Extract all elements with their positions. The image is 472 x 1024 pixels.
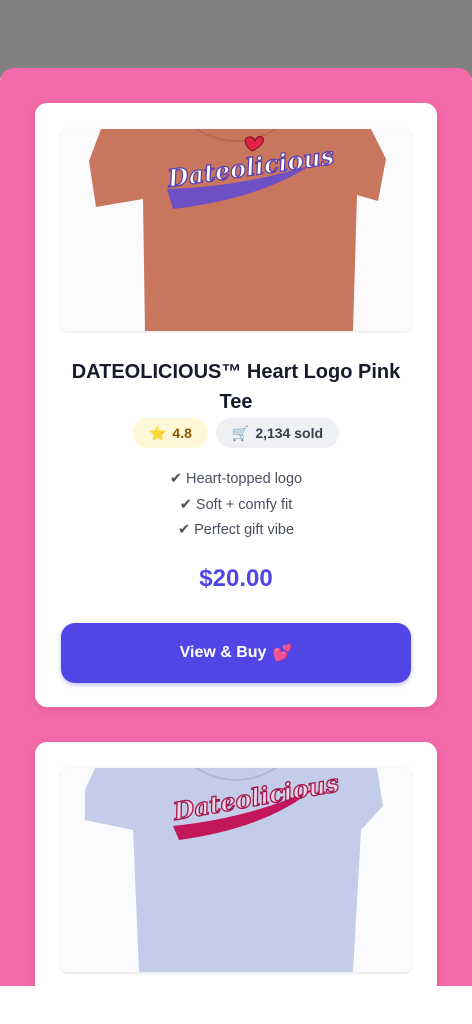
feature-item: ✔ Soft + comfy fit: [179, 496, 293, 513]
tshirt-image: Dateolicious: [85, 768, 383, 972]
product-image[interactable]: Dateolicious: [61, 768, 411, 972]
rating-badge: ⭐ 4.8: [132, 418, 208, 448]
feature-item: ✔ Heart-topped logo: [169, 471, 303, 487]
feature-item: ✔ Perfect gift vibe: [177, 522, 295, 538]
cart-icon: 🛒: [231, 424, 250, 441]
product-image[interactable]: Dateolicious: [61, 129, 411, 331]
star-icon: ⭐: [148, 424, 167, 441]
button-label: View & Buy: [179, 644, 267, 661]
product-card: Dateolicious: [35, 742, 437, 986]
sold-count: 2,134 sold: [255, 425, 324, 441]
product-title: DATEOLICIOUS™ Heart Logo Pink Tee: [71, 361, 401, 413]
sold-badge: 🛒 2,134 sold: [215, 418, 340, 448]
hearts-icon: 💕: [272, 645, 293, 662]
product-list-sheet[interactable]: Dateolicious DATEOLICIOUS™ Heart Logo Pi…: [0, 68, 472, 986]
bottom-strip: [0, 986, 472, 1024]
view-and-buy-button[interactable]: View & Buy 💕: [61, 623, 411, 683]
tshirt-image: Dateolicious: [89, 129, 386, 331]
product-card: Dateolicious DATEOLICIOUS™ Heart Logo Pi…: [35, 103, 437, 707]
product-price: $20.00: [199, 565, 273, 592]
feature-list: ✔ Heart-topped logo ✔ Soft + comfy fit ✔…: [35, 467, 437, 544]
top-system-bar: [0, 0, 472, 78]
badge-row: ⭐ 4.8 🛒 2,134 sold: [35, 418, 437, 448]
rating-value: 4.8: [172, 425, 192, 441]
